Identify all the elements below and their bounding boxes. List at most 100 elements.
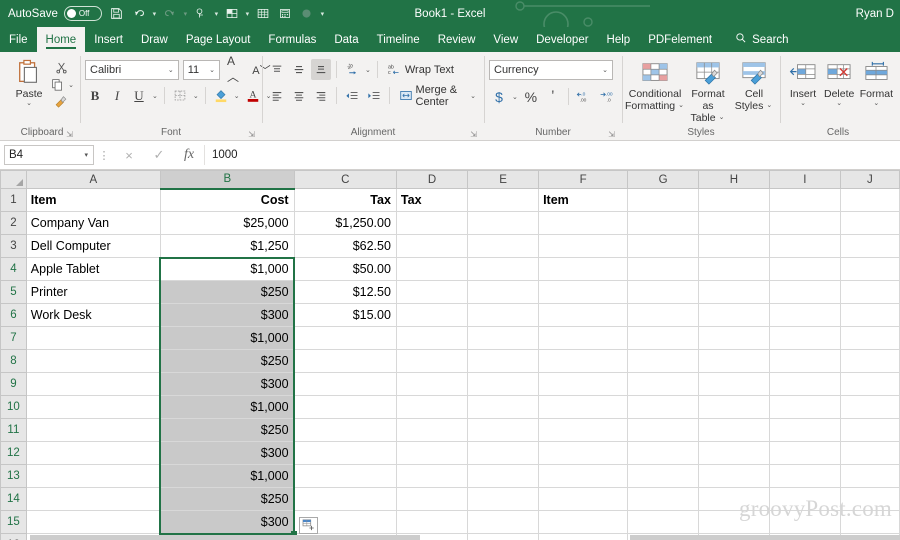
cell-E4[interactable] [467,257,540,282]
cell-D3[interactable] [396,234,469,259]
row-header-13[interactable]: 13 [0,464,27,489]
cell-F14[interactable] [538,487,629,512]
cell-H10[interactable] [698,395,770,420]
cell-I7[interactable] [769,326,841,351]
conditional-formatting-button[interactable]: Conditional Formatting ⌄ [625,57,684,113]
row-header-4[interactable]: 4 [0,257,27,282]
cell-B1[interactable]: Cost [160,188,295,213]
tab-insert[interactable]: Insert [85,27,132,52]
cell-B7[interactable]: $1,000 [160,326,295,351]
row-header-5[interactable]: 5 [0,280,27,305]
cell-H3[interactable] [698,234,770,259]
cell-D15[interactable] [396,510,469,535]
cell-I5[interactable] [769,280,841,305]
row-header-12[interactable]: 12 [0,441,27,466]
cell-I8[interactable] [769,349,841,374]
align-right-button[interactable] [311,85,331,106]
sort-filter-dropdown-icon[interactable]: ▾ [243,10,252,18]
cell-B3[interactable]: $1,250 [160,234,295,259]
merge-center-button[interactable]: Merge & Center ⌄ [395,84,479,108]
cell-I4[interactable] [769,257,841,282]
cell-J10[interactable] [840,395,900,420]
cell-H6[interactable] [698,303,770,328]
cell-E9[interactable] [467,372,540,397]
cell-E7[interactable] [467,326,540,351]
cell-D9[interactable] [396,372,469,397]
cell-B15[interactable]: $300 [160,510,295,535]
cell-A4[interactable]: Apple Tablet [26,257,161,282]
cell-B5[interactable]: $250 [160,280,295,305]
format-as-table-dropdown-icon[interactable]: ⌄ [718,114,726,122]
confirm-edit-icon[interactable]: ✓ [144,147,174,163]
tab-page-layout[interactable]: Page Layout [177,27,260,52]
decrease-indent-button[interactable] [342,85,362,106]
cell-F13[interactable] [538,464,629,489]
decrease-decimal-button[interactable]: .0.00 [574,86,595,107]
cell-B4[interactable]: $1,000 [160,257,295,282]
cell-F4[interactable] [538,257,629,282]
cell-B8[interactable]: $250 [160,349,295,374]
percent-format-button[interactable]: % [521,86,541,107]
cell-E3[interactable] [467,234,540,259]
cell-E12[interactable] [467,441,540,466]
cell-F9[interactable] [538,372,629,397]
cell-E13[interactable] [467,464,540,489]
column-header-d[interactable]: D [395,170,469,190]
cell-J4[interactable] [840,257,900,282]
cell-D8[interactable] [396,349,469,374]
align-top-button[interactable] [267,59,287,80]
column-header-i[interactable]: I [768,170,841,190]
cell-G10[interactable] [627,395,699,420]
cell-A7[interactable] [26,326,161,351]
underline-dropdown-icon[interactable]: ⌄ [151,92,159,100]
cell-A13[interactable] [26,464,161,489]
formula-input[interactable]: 1000 [204,145,896,166]
column-header-h[interactable]: H [698,170,770,190]
cell-G2[interactable] [627,211,699,236]
cell-F5[interactable] [538,280,629,305]
cell-J13[interactable] [840,464,900,489]
tab-developer[interactable]: Developer [527,27,597,52]
search-box[interactable]: Search [721,27,789,52]
cell-A5[interactable]: Printer [26,280,161,305]
font-color-button[interactable]: A [243,85,263,106]
cell-B2[interactable]: $25,000 [160,211,295,236]
tab-formulas[interactable]: Formulas [259,27,325,52]
bold-button[interactable]: B [85,85,105,106]
undo-dropdown-icon[interactable]: ▾ [150,10,159,18]
cell-E10[interactable] [467,395,540,420]
fill-color-dropdown-icon[interactable]: ⌄ [233,92,241,100]
cell-C2[interactable]: $1,250.00 [294,211,397,236]
cell-A6[interactable]: Work Desk [26,303,161,328]
font-name-select[interactable]: Calibri ⌄ [85,59,179,80]
row-header-3[interactable]: 3 [0,234,27,259]
underline-button[interactable]: U [129,85,149,106]
insert-cells-dropdown-icon[interactable]: ⌄ [799,100,807,108]
column-header-c[interactable]: C [293,170,397,190]
cell-A12[interactable] [26,441,161,466]
cell-F6[interactable] [538,303,629,328]
cell-B11[interactable]: $250 [160,418,295,443]
row-header-11[interactable]: 11 [0,418,27,443]
cell-H5[interactable] [698,280,770,305]
cell-D13[interactable] [396,464,469,489]
cell-G13[interactable] [627,464,699,489]
wrap-text-button[interactable]: ab c Wrap Text [383,59,456,80]
cell-E6[interactable] [467,303,540,328]
cell-A15[interactable] [26,510,161,535]
font-dialog-launcher[interactable]: ⇲ [248,131,255,139]
format-as-table-button[interactable]: Format as Table ⌄ [683,57,733,125]
number-format-select[interactable]: Currency ⌄ [489,59,613,80]
row-header-1[interactable]: 1 [0,188,27,213]
cell-F15[interactable] [538,510,629,535]
row-header-8[interactable]: 8 [0,349,27,374]
cell-C6[interactable]: $15.00 [294,303,397,328]
cell-I9[interactable] [769,372,841,397]
cell-I3[interactable] [769,234,841,259]
autosave-toggle[interactable]: Off [63,6,102,21]
cell-styles-dropdown-icon[interactable]: ⌄ [765,102,773,110]
cell-I11[interactable] [769,418,841,443]
name-box[interactable]: B4 ▾ [4,145,94,166]
comma-format-button[interactable]: ' [543,86,563,107]
cell-J12[interactable] [840,441,900,466]
